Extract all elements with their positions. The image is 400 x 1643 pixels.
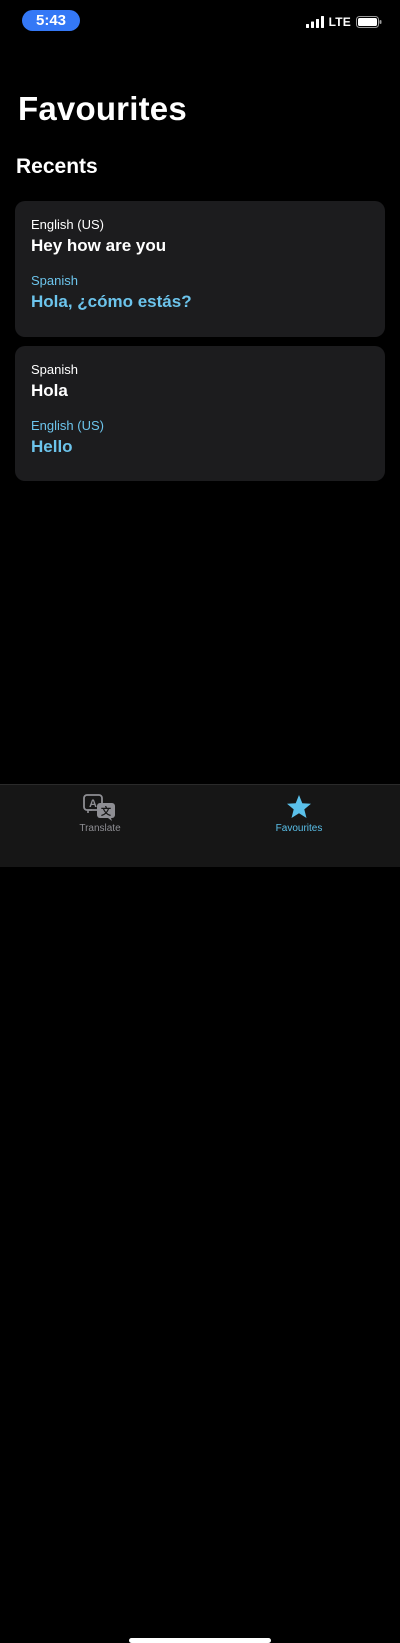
section-heading-recents: Recents [16,155,98,178]
tab-translate[interactable]: A 文 Translate [40,793,160,841]
tab-favourites-label: Favourites [275,823,323,834]
source-language-label: Spanish [31,362,78,377]
target-language-label: English (US) [31,418,104,433]
status-indicators: LTE [305,14,382,30]
tab-bar: A 文 Translate Favourites [0,784,400,1643]
page-title: Favourites [18,90,187,127]
recent-translation-card[interactable]: English (US) Hey how are you Spanish Hol… [15,201,385,337]
source-text: Hola [31,381,68,400]
source-language-label: English (US) [31,217,104,232]
signal-icon [305,16,324,28]
tab-translate-label: Translate [79,823,121,834]
recent-translation-card[interactable]: Spanish Hola English (US) Hello [15,346,385,481]
status-time[interactable]: 5:43 [22,10,80,31]
star-icon [287,795,311,818]
translate-icon: A 文 [83,794,115,821]
target-text: Hello [31,437,73,456]
home-indicator[interactable] [129,1638,271,1643]
status-bar: 5:43 LTE [0,0,400,44]
target-language-label: Spanish [31,273,78,288]
tab-favourites[interactable]: Favourites [239,793,359,841]
svg-text:A: A [89,798,97,810]
network-type: LTE [328,15,351,29]
svg-text:文: 文 [101,805,112,818]
source-text: Hey how are you [31,236,167,255]
battery-icon [356,16,382,28]
target-text: Hola, ¿cómo estás? [31,292,192,311]
